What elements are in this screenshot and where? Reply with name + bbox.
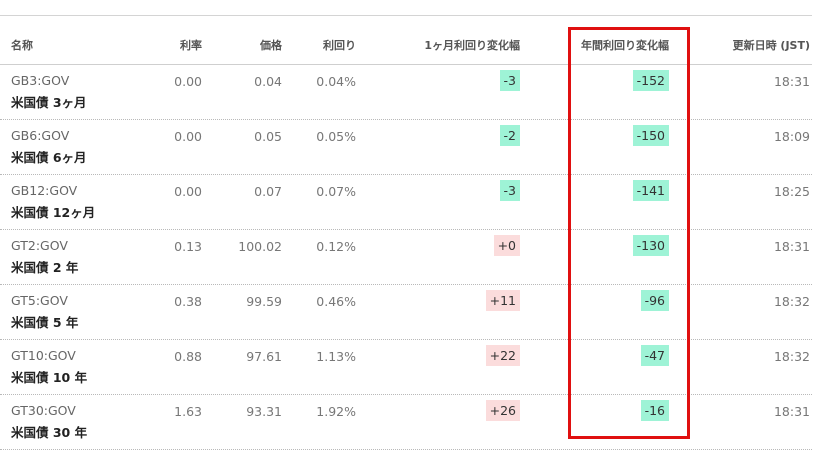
yield-value: 0.07% [316,184,356,199]
price-value: 0.04 [254,74,282,89]
header-change-1m: 1ヶ月利回り変化幅 [424,39,520,52]
bond-code[interactable]: GT30:GOV [11,403,76,418]
yield-value: 0.12% [316,239,356,254]
rate-value: 0.88 [174,349,202,364]
change-1y-badge: -141 [632,180,669,201]
yield-value: 0.04% [316,74,356,89]
header-price: 価格 [260,39,282,52]
header-yield: 利回り [323,39,356,52]
updated-time: 18:31 [773,239,810,254]
change-1m-badge: +11 [485,290,520,311]
table-header: 名称 利率 価格 利回り 1ヶ月利回り変化幅 年間利回り変化幅 更新日時 (JS… [0,16,812,65]
change-1y-badge: -130 [632,235,669,256]
change-1y-badge: -150 [632,125,669,146]
header-rate: 利率 [180,39,202,52]
rate-value: 0.38 [174,294,202,309]
bond-code[interactable]: GT10:GOV [11,348,76,363]
change-1m-badge: -2 [499,125,520,146]
price-value: 99.59 [246,294,282,309]
table-row: GB12:GOV 米国債 12ヶ月 0.00 0.07 0.07% -3 -141 18:25 [0,175,812,230]
bond-code[interactable]: GB3:GOV [11,73,69,88]
bond-name: 米国債 5 年 [11,315,79,330]
bond-code[interactable]: GB6:GOV [11,128,69,143]
price-value: 93.31 [246,404,282,419]
bond-code[interactable]: GT2:GOV [11,238,68,253]
price-value: 97.61 [246,349,282,364]
change-1m-badge: +0 [493,235,520,256]
table-row: GT5:GOV 米国債 5 年 0.38 99.59 0.46% +11 -96 18:32 [0,285,812,340]
change-1y-badge: -16 [640,400,669,421]
yield-value: 0.46% [316,294,356,309]
change-1y-badge: -152 [632,70,669,91]
change-1m-badge: +26 [485,400,520,421]
price-value: 0.05 [254,129,282,144]
bond-code[interactable]: GB12:GOV [11,183,77,198]
bond-name: 米国債 12ヶ月 [11,205,96,220]
rate-value: 0.00 [174,184,202,199]
header-updated: 更新日時 (JST) [732,39,810,52]
change-1m-badge: -3 [499,180,520,201]
rate-value: 0.13 [174,239,202,254]
bond-name: 米国債 2 年 [11,260,79,275]
updated-time: 18:25 [773,184,810,199]
price-value: 100.02 [238,239,282,254]
table-row: GB6:GOV 米国債 6ヶ月 0.00 0.05 0.05% -2 -150 18:09 [0,120,812,175]
updated-time: 18:32 [773,349,810,364]
yield-value: 0.05% [316,129,356,144]
table-row: GT10:GOV 米国債 10 年 0.88 97.61 1.13% +22 -47 18:3… [0,340,812,395]
rate-value: 0.00 [174,129,202,144]
price-value: 0.07 [254,184,282,199]
header-change-1y: 年間利回り変化幅 [581,39,669,52]
bond-name: 米国債 30 年 [11,425,88,440]
change-1y-badge: -47 [640,345,669,366]
yield-value: 1.92% [316,404,356,419]
rate-value: 1.63 [174,404,202,419]
updated-time: 18:31 [773,74,810,89]
table-row: GT30:GOV 米国債 30 年 1.63 93.31 1.92% +26 -16 18:3… [0,395,812,450]
bond-name: 米国債 6ヶ月 [11,150,87,165]
table-row: GB3:GOV 米国債 3ヶ月 0.00 0.04 0.04% -3 -152 18:31 [0,65,812,120]
updated-time: 18:32 [773,294,810,309]
change-1y-badge: -96 [640,290,669,311]
updated-time: 18:31 [773,404,810,419]
rate-value: 0.00 [174,74,202,89]
yield-value: 1.13% [316,349,356,364]
bond-code[interactable]: GT5:GOV [11,293,68,308]
change-1m-badge: -3 [499,70,520,91]
updated-time: 18:09 [773,129,810,144]
bond-name: 米国債 3ヶ月 [11,95,87,110]
table-row: GT2:GOV 米国債 2 年 0.13 100.02 0.12% +0 -130 18:31 [0,230,812,285]
change-1m-badge: +22 [485,345,520,366]
bond-name: 米国債 10 年 [11,370,88,385]
header-name: 名称 [11,39,33,52]
